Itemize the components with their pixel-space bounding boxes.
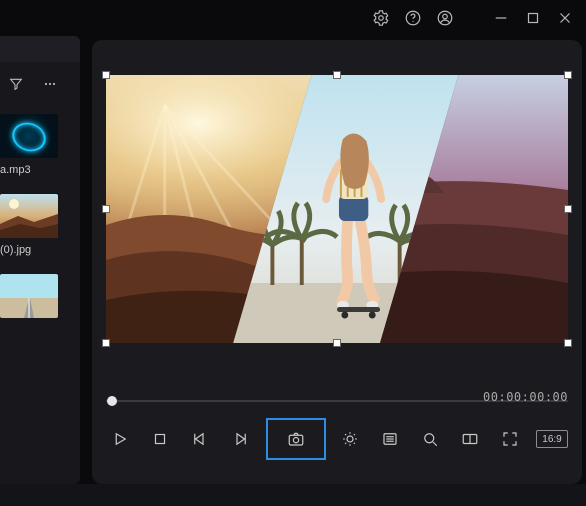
help-icon[interactable]: [404, 9, 422, 27]
sidebar-header: [0, 36, 80, 62]
preview-image: [106, 75, 568, 343]
timecode: 00:00:00:00: [483, 390, 568, 404]
gear-icon[interactable]: [372, 9, 390, 27]
scrub-knob[interactable]: [107, 396, 117, 406]
close-icon[interactable]: [556, 9, 574, 27]
resize-handle[interactable]: [564, 71, 572, 79]
media-thumbnail: [0, 114, 58, 158]
zoom-button[interactable]: [416, 425, 444, 453]
media-filename: a.mp3: [0, 162, 80, 190]
prev-frame-button[interactable]: [186, 425, 214, 453]
sidebar-tools: [0, 62, 80, 110]
play-button[interactable]: [106, 425, 134, 453]
canvas-frame[interactable]: [106, 75, 568, 343]
minimize-icon[interactable]: [492, 9, 510, 27]
resize-handle[interactable]: [102, 71, 110, 79]
aspect-ratio-button[interactable]: 16:9: [536, 430, 568, 448]
next-frame-button[interactable]: [226, 425, 254, 453]
more-icon[interactable]: [42, 76, 58, 97]
resize-handle[interactable]: [102, 339, 110, 347]
media-sidebar: a.mp3 (0).jpg: [0, 36, 80, 484]
media-item[interactable]: [0, 274, 80, 338]
scrub-bar[interactable]: 00:00:00:00: [106, 394, 568, 408]
resize-handle[interactable]: [564, 205, 572, 213]
preview-controls: 16:9: [106, 418, 568, 460]
media-item[interactable]: (0).jpg: [0, 194, 80, 270]
media-thumbnail: [0, 274, 58, 318]
canvas-area: [106, 54, 568, 364]
media-filename: (0).jpg: [0, 242, 80, 270]
stop-button[interactable]: [146, 425, 174, 453]
filter-icon[interactable]: [8, 76, 24, 97]
bottom-bar: [0, 484, 586, 506]
resize-handle[interactable]: [333, 339, 341, 347]
color-adjust-button[interactable]: [336, 425, 364, 453]
resize-handle[interactable]: [564, 339, 572, 347]
snapshot-highlight: [266, 418, 326, 460]
account-icon[interactable]: [436, 9, 454, 27]
titlebar: [0, 0, 586, 36]
resize-handle[interactable]: [333, 71, 341, 79]
list-button[interactable]: [376, 425, 404, 453]
maximize-icon[interactable]: [524, 9, 542, 27]
media-thumbnail: [0, 194, 58, 238]
snapshot-button[interactable]: [268, 420, 324, 458]
resize-handle[interactable]: [102, 205, 110, 213]
media-item[interactable]: a.mp3: [0, 114, 80, 190]
fullscreen-button[interactable]: [496, 425, 524, 453]
compare-button[interactable]: [456, 425, 484, 453]
media-list: a.mp3 (0).jpg: [0, 114, 80, 338]
media-filename: [0, 322, 80, 338]
preview-panel: 00:00:00:00: [92, 40, 582, 484]
